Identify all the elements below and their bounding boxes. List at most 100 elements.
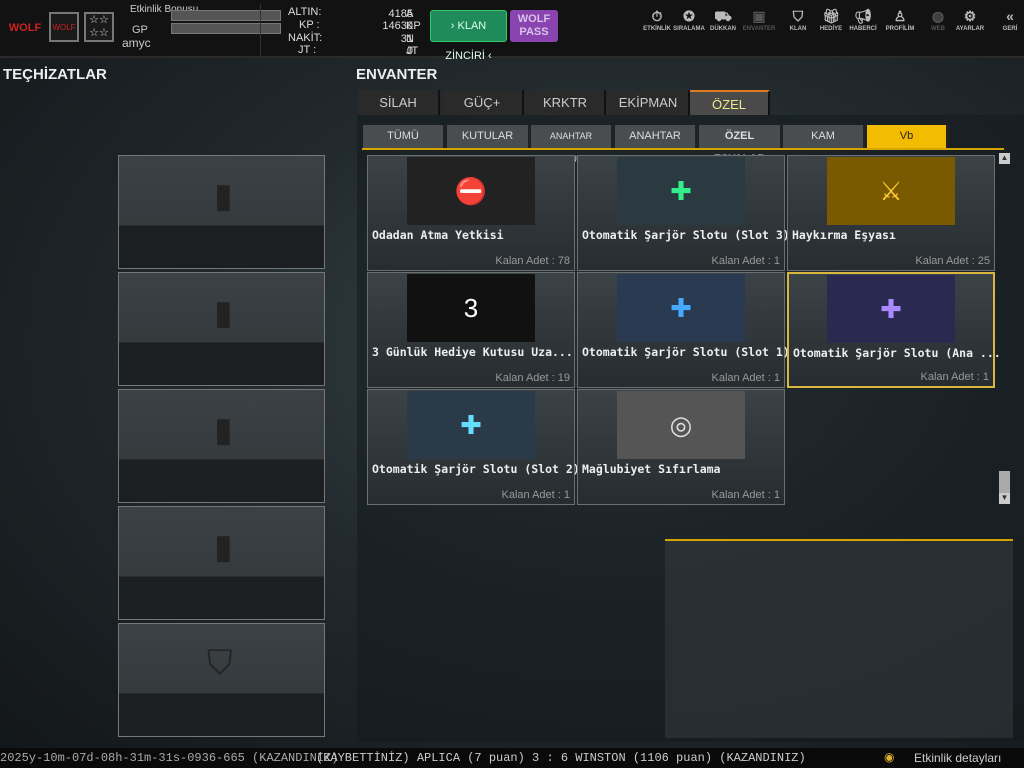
item-image: ✚ <box>578 156 784 226</box>
currency-unit: JT <box>406 45 419 57</box>
tab-2[interactable]: KRKTR <box>526 90 606 115</box>
inventory-item[interactable]: ✚ Otomatik Şarjör Slotu (Ana ... Kalan Ade… <box>787 272 1001 388</box>
nav-label: KLAN <box>789 26 807 32</box>
spray-icon: ▮ <box>214 177 233 215</box>
username: amyc <box>122 36 151 50</box>
gift-icon: 🎁︎ <box>822 8 840 24</box>
nav-label: HEDİYE <box>819 26 843 32</box>
item-count: Kalan Adet : 1 <box>711 255 781 267</box>
inventory-item[interactable]: ✚ Otomatik Şarjör Slotu (Slot 3) Kalan Ade… <box>577 155 790 271</box>
currency-label: ALTIN: <box>288 6 322 18</box>
news-ticker: 2025y-10m-07d-08h-31m-31s-0936-665 (KAZA… <box>0 748 1024 768</box>
item-image: ✚ <box>789 274 993 344</box>
equipment-slot[interactable]: ▮ <box>118 272 325 386</box>
nav-envanter[interactable]: ▣ ENVANTER <box>742 8 776 44</box>
item-image: ◎ <box>578 390 784 460</box>
currency-unit: N <box>406 33 414 45</box>
item-name: 3 Günlük Hediye Kutusu Uza... <box>372 345 573 359</box>
inventory-item[interactable]: ⚔ Haykırma Eşyası Kalan Adet : 25 <box>787 155 995 271</box>
item-image: ✚ <box>578 273 784 343</box>
subtab-0[interactable]: TÜMÜ <box>363 125 445 148</box>
klan-zinciri-button[interactable]: › KLAN ZİNCİRİ ‹ <box>430 10 507 62</box>
gear-icon: ⚙ <box>963 8 977 24</box>
nav-web[interactable]: ◍ WEB <box>921 8 955 44</box>
subtab-5[interactable]: KAM <box>783 125 865 148</box>
top-bar: WOLF WOLF ☆☆ ☆☆ Etkinlik Bonusu GP amyc A… <box>0 0 1024 62</box>
megaphone-icon: 📢︎ <box>854 8 872 24</box>
spray-icon: ▮ <box>214 411 233 449</box>
item-count: Kalan Adet : 1 <box>711 372 781 384</box>
nav-label: AYARLAR <box>955 26 985 32</box>
subtab-2[interactable]: ANAHTAR KUTUSU <box>531 125 613 164</box>
tab-0[interactable]: SİLAH <box>358 90 440 115</box>
inventory-icon: ▣ <box>752 8 766 24</box>
cart-icon: ⛟ <box>714 8 732 24</box>
item-name: Mağlubiyet Sıfırlama <box>582 462 721 476</box>
tab-1[interactable]: GÜÇ+ <box>442 90 524 115</box>
event-icon: ◉ <box>884 751 895 765</box>
profile-icon: ♙ <box>893 8 907 24</box>
currency-unit: A <box>406 8 414 20</box>
wolf-pass-button[interactable]: WOLF PASS <box>510 10 558 42</box>
tab-3[interactable]: EKİPMAN <box>608 90 690 115</box>
scroll-thumb[interactable] <box>999 471 1010 493</box>
item-name: Otomatik Şarjör Slotu (Slot 2) <box>372 462 580 476</box>
item-count: Kalan Adet : 25 <box>915 255 990 267</box>
inventory-item[interactable]: ✚ Otomatik Şarjör Slotu (Slot 2) Kalan Ade… <box>367 389 580 505</box>
event-details-link[interactable]: Etkinlik detayları <box>914 748 1001 768</box>
subtab-1[interactable]: KUTULAR <box>447 125 530 148</box>
item-image: 3 <box>368 273 574 343</box>
stopwatch-icon: ⏱ <box>651 8 663 24</box>
nav-geri̇[interactable]: « GERİ <box>993 8 1024 44</box>
equipment-slot[interactable]: ▮ <box>118 155 325 269</box>
nav-dükkan[interactable]: ⛟ DÜKKAN <box>706 8 740 44</box>
currency-label: NAKİT: <box>288 32 323 44</box>
inventory-title: ENVANTER <box>356 66 438 83</box>
currency-label: KP : <box>299 19 320 31</box>
equipment-slot[interactable]: ▮ <box>118 389 325 503</box>
item-count: Kalan Adet : 1 <box>501 489 571 501</box>
back-icon: « <box>1006 8 1014 24</box>
nav-etki̇nli̇k[interactable]: ⏱ ETKİNLİK <box>640 8 674 44</box>
item-count: Kalan Adet : 1 <box>711 489 781 501</box>
inventory-item[interactable]: 3 3 Günlük Hediye Kutusu Uza... Kalan Adet… <box>367 272 575 388</box>
equipment-slot[interactable]: ⛉ <box>118 623 325 737</box>
nav-ayarlar[interactable]: ⚙ AYARLAR <box>953 8 987 44</box>
scroll-down-icon[interactable]: ▼ <box>999 493 1010 504</box>
nav-label: ETKİNLİK <box>643 26 671 32</box>
item-image: ⚔ <box>788 156 994 226</box>
medal-icon: ✪ <box>683 8 695 24</box>
nav-label: PROFİLİM <box>885 26 915 32</box>
nav-hedi̇ye[interactable]: 🎁︎ HEDİYE <box>814 8 848 44</box>
subtab-6[interactable]: Vb <box>867 125 948 148</box>
game-logo: WOLF <box>8 22 42 34</box>
nav-klan[interactable]: ⛉ KLAN <box>781 8 815 44</box>
scroll-up-icon[interactable]: ▲ <box>999 153 1010 164</box>
nav-label: HABERCİ <box>849 26 877 32</box>
gp-label: GP <box>132 24 148 36</box>
scrollbar[interactable]: ▲ ▼ <box>999 153 1011 505</box>
inventory-item[interactable]: ✚ Otomatik Şarjör Slotu (Slot 1) Kalan Ade… <box>577 272 790 388</box>
nav-siralama[interactable]: ✪ SIRALAMA <box>672 8 706 44</box>
nav-label: ENVANTER <box>742 26 776 32</box>
shield-icon: ⛉ <box>207 644 233 682</box>
equipment-title: TEÇHİZATLAR <box>3 66 107 83</box>
inventory-item[interactable]: ⛔ Odadan Atma Yetkisi Kalan Adet : 78 <box>367 155 575 271</box>
nav-haberci̇[interactable]: 📢︎ HABERCİ <box>846 8 880 44</box>
ticker-text: (KAYBETTİNİZ) APLICA (7 puan) 3 : 6 WINS… <box>316 751 806 765</box>
tab-4[interactable]: ÖZEL <box>690 90 770 115</box>
item-name: Otomatik Şarjör Slotu (Slot 1) <box>582 345 790 359</box>
nav-label: WEB <box>931 26 945 32</box>
globe-icon: ◍ <box>931 8 945 24</box>
shield-icon: ⛉ <box>792 8 804 24</box>
subtab-3[interactable]: ANAHTAR <box>615 125 697 148</box>
item-count: Kalan Adet : 1 <box>920 371 990 383</box>
subtab-4[interactable]: ÖZEL EŞYALAR <box>699 125 782 165</box>
equipment-slot[interactable]: ▮ <box>118 506 325 620</box>
inventory-item[interactable]: ◎ Mağlubiyet Sıfırlama Kalan Adet : 1 <box>577 389 785 505</box>
item-image: ✚ <box>368 390 574 460</box>
item-name: Otomatik Şarjör Slotu (Ana ... <box>793 346 1001 360</box>
item-image: ⛔ <box>368 156 574 226</box>
item-count: Kalan Adet : 78 <box>495 255 570 267</box>
nav-profi̇li̇m[interactable]: ♙ PROFİLİM <box>883 8 917 44</box>
